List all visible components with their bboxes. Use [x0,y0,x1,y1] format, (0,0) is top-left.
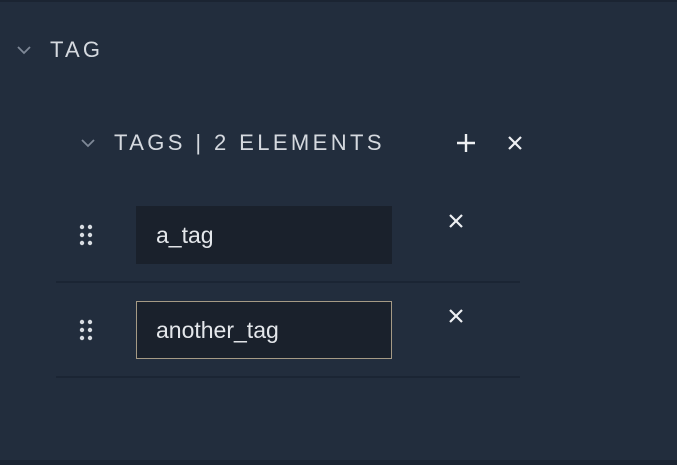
section-title: TAG [50,37,104,62]
add-tag-button[interactable] [455,132,477,154]
close-icon [449,214,463,228]
chevron-down-icon[interactable] [78,133,98,153]
tags-list-title: TAGS | 2 ELEMENTS [114,130,385,155]
tag-input[interactable] [136,206,392,264]
close-icon [449,309,463,323]
tag-row [56,188,520,283]
remove-tag-button[interactable] [445,210,467,232]
drag-handle-icon[interactable] [78,319,94,341]
tag-row [56,283,520,378]
plus-icon [457,134,475,152]
clear-tags-button[interactable] [505,133,525,153]
close-icon [508,136,522,150]
tag-panel: TAG TAGS | 2 ELEMENTS [0,0,677,465]
tag-input[interactable] [136,301,392,359]
chevron-down-icon[interactable] [14,40,34,60]
tags-list-header[interactable]: TAGS | 2 ELEMENTS [78,128,385,158]
drag-handle-icon[interactable] [78,224,94,246]
remove-tag-button[interactable] [445,305,467,327]
tag-section-header[interactable]: TAG [14,36,103,64]
